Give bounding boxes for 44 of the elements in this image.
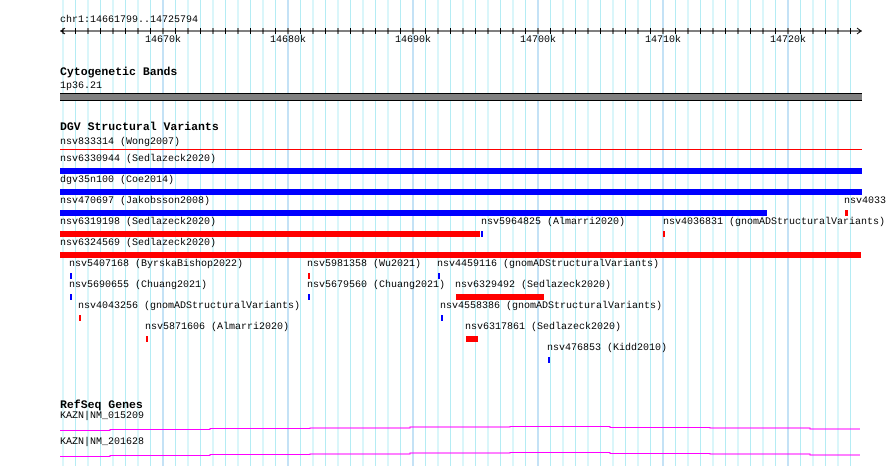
variant-label: nsv5679560 (Chuang2021) bbox=[307, 280, 446, 292]
variant-label: nsv4033 bbox=[844, 196, 886, 208]
track-title: DGV Structural Variants bbox=[60, 122, 219, 134]
variant-label: nsv833314 (Wong2007) bbox=[60, 137, 180, 149]
variant-label: dgv35n100 (Coe2014) bbox=[60, 175, 174, 187]
variant-bar[interactable] bbox=[60, 231, 480, 237]
location-label: chr1:14661799..14725794 bbox=[60, 15, 198, 27]
variant-label: nsv4043256 (gnomADStructuralVariants) bbox=[78, 301, 300, 313]
tick-label: 14700k bbox=[518, 35, 557, 47]
gene-label: KAZN|NM_201628 bbox=[60, 437, 144, 449]
tick-label: 14710k bbox=[644, 35, 682, 47]
variant-bar[interactable] bbox=[466, 336, 478, 342]
gene-line[interactable] bbox=[60, 450, 860, 458]
gene-label: KAZN|NM_015209 bbox=[60, 411, 144, 423]
band-label: 1p36.21 bbox=[60, 81, 102, 93]
tick-label: 14720k bbox=[768, 35, 807, 47]
variant-line[interactable] bbox=[60, 149, 862, 150]
variant-label: nsv6330944 (Sedlazeck2020) bbox=[60, 154, 216, 166]
variant-bar[interactable] bbox=[60, 210, 767, 216]
variant-bar[interactable] bbox=[60, 168, 862, 174]
variant-label: nsv476853 (Kidd2010) bbox=[547, 343, 668, 355]
variant-label: nsv470697 (Jakobsson2008) bbox=[60, 196, 210, 208]
variant-label: nsv6324569 (Sedlazeck2020) bbox=[60, 238, 216, 250]
track-title: Cytogenetic Bands bbox=[60, 67, 178, 79]
variant-label: nsv5690655 (Chuang2021) bbox=[69, 280, 208, 292]
variant-label: nsv6317861 (Sedlazeck2020) bbox=[465, 322, 622, 334]
variant-label: nsv5407168 (ByrskaBishop2022) bbox=[69, 259, 244, 271]
variant-label: nsv5871606 (Almarri2020) bbox=[145, 322, 290, 334]
tick-label: 14680k bbox=[268, 35, 307, 47]
tick-label: 14690k bbox=[394, 35, 432, 47]
track-title: RefSeq Genes bbox=[60, 400, 143, 412]
variant-bar[interactable] bbox=[456, 294, 544, 300]
variant-bar[interactable] bbox=[845, 210, 848, 216]
variant-label: nsv6329492 (Sedlazeck2020) bbox=[455, 280, 612, 292]
variant-label: nsv5964825 (Almarri2020) bbox=[481, 217, 626, 229]
variant-label: nsv4036831 (gnomADStructuralVariants) bbox=[663, 217, 886, 229]
variant-label: nsv4558386 (gnomADStructuralVariants) bbox=[440, 301, 662, 313]
gene-line[interactable] bbox=[60, 424, 860, 432]
variant-label: nsv5981358 (Wu2021) bbox=[307, 259, 422, 271]
variant-bar[interactable] bbox=[60, 252, 861, 258]
variant-label: nsv4459116 (gnomADStructuralVariants) bbox=[437, 259, 660, 271]
tick-label: 14670k bbox=[144, 35, 182, 47]
variant-label: nsv6319198 (Sedlazeck2020) bbox=[60, 217, 216, 229]
variant-bar[interactable] bbox=[60, 189, 862, 195]
